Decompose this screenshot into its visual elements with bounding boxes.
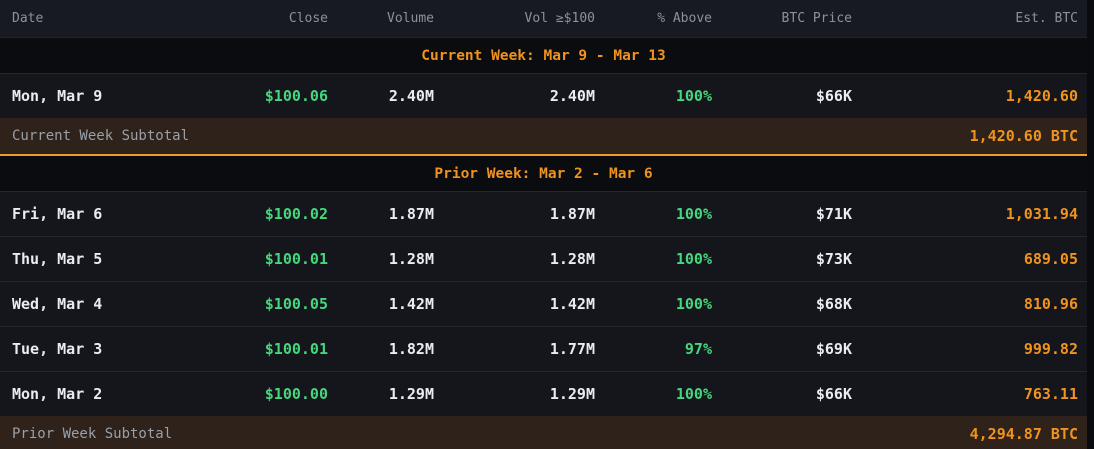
cell-close: $100.01 (192, 340, 328, 358)
cell-volume: 1.29M (328, 385, 434, 403)
cell-pct_above: 100% (595, 295, 712, 313)
cell-volume: 1.42M (328, 295, 434, 313)
subtotal-value: 4,294.87 BTC (970, 425, 1078, 443)
section-title-row: Prior Week: Mar 2 - Mar 6 (0, 156, 1087, 191)
cell-close: $100.05 (192, 295, 328, 313)
cell-est_btc: 689.05 (852, 250, 1078, 268)
cell-pct_above: 100% (595, 250, 712, 268)
cell-date: Thu, Mar 5 (12, 250, 192, 268)
column-header-date: Date (12, 11, 192, 26)
cell-volume: 1.87M (328, 205, 434, 223)
cell-pct_above: 100% (595, 205, 712, 223)
cell-vol_above: 1.77M (434, 340, 595, 358)
section-title-row: Current Week: Mar 9 - Mar 13 (0, 38, 1087, 73)
table-row: Thu, Mar 5$100.011.28M1.28M100%$73K689.0… (0, 236, 1087, 281)
cell-est_btc: 999.82 (852, 340, 1078, 358)
cell-vol_above: 1.87M (434, 205, 595, 223)
cell-pct_above: 100% (595, 87, 712, 105)
cell-vol_above: 1.28M (434, 250, 595, 268)
cell-date: Mon, Mar 2 (12, 385, 192, 403)
cell-btc_price: $66K (712, 87, 852, 105)
cell-est_btc: 1,420.60 (852, 87, 1078, 105)
section-title: Current Week: Mar 9 - Mar 13 (421, 48, 665, 64)
cell-pct_above: 97% (595, 340, 712, 358)
cell-pct_above: 100% (595, 385, 712, 403)
table-row: Fri, Mar 6$100.021.87M1.87M100%$71K1,031… (0, 191, 1087, 236)
cell-close: $100.01 (192, 250, 328, 268)
table-row: Wed, Mar 4$100.051.42M1.42M100%$68K810.9… (0, 281, 1087, 326)
cell-btc_price: $71K (712, 205, 852, 223)
cell-date: Mon, Mar 9 (12, 87, 192, 105)
table-row: Tue, Mar 3$100.011.82M1.77M97%$69K999.82 (0, 326, 1087, 371)
subtotal-label: Current Week Subtotal (12, 128, 189, 144)
cell-volume: 2.40M (328, 87, 434, 105)
section-title: Prior Week: Mar 2 - Mar 6 (434, 166, 652, 182)
cell-btc_price: $73K (712, 250, 852, 268)
column-header-btc_price: BTC Price (712, 11, 852, 26)
column-header-volume: Volume (328, 11, 434, 26)
table-row: Mon, Mar 9$100.062.40M2.40M100%$66K1,420… (0, 73, 1087, 118)
cell-close: $100.06 (192, 87, 328, 105)
column-header-close: Close (192, 11, 328, 26)
column-header-est_btc: Est. BTC (852, 11, 1078, 26)
cell-vol_above: 2.40M (434, 87, 595, 105)
cell-btc_price: $66K (712, 385, 852, 403)
subtotal-value: 1,420.60 BTC (970, 127, 1078, 145)
btc-volume-table: DateCloseVolumeVol ≥$100% AboveBTC Price… (0, 0, 1087, 449)
subtotal-label: Prior Week Subtotal (12, 426, 172, 442)
cell-vol_above: 1.29M (434, 385, 595, 403)
cell-btc_price: $68K (712, 295, 852, 313)
cell-date: Fri, Mar 6 (12, 205, 192, 223)
cell-est_btc: 810.96 (852, 295, 1078, 313)
cell-close: $100.00 (192, 385, 328, 403)
cell-close: $100.02 (192, 205, 328, 223)
column-header-vol_above: Vol ≥$100 (434, 11, 595, 26)
subtotal-row: Prior Week Subtotal 4,294.87 BTC (0, 416, 1087, 449)
cell-date: Wed, Mar 4 (12, 295, 192, 313)
cell-est_btc: 1,031.94 (852, 205, 1078, 223)
column-header-pct_above: % Above (595, 11, 712, 26)
table-row: Mon, Mar 2$100.001.29M1.29M100%$66K763.1… (0, 371, 1087, 416)
cell-volume: 1.82M (328, 340, 434, 358)
subtotal-row: Current Week Subtotal 1,420.60 BTC (0, 118, 1087, 156)
table-header-row: DateCloseVolumeVol ≥$100% AboveBTC Price… (0, 0, 1087, 38)
table-body: Current Week: Mar 9 - Mar 13Mon, Mar 9$1… (0, 38, 1087, 449)
cell-vol_above: 1.42M (434, 295, 595, 313)
cell-volume: 1.28M (328, 250, 434, 268)
cell-est_btc: 763.11 (852, 385, 1078, 403)
cell-date: Tue, Mar 3 (12, 340, 192, 358)
cell-btc_price: $69K (712, 340, 852, 358)
